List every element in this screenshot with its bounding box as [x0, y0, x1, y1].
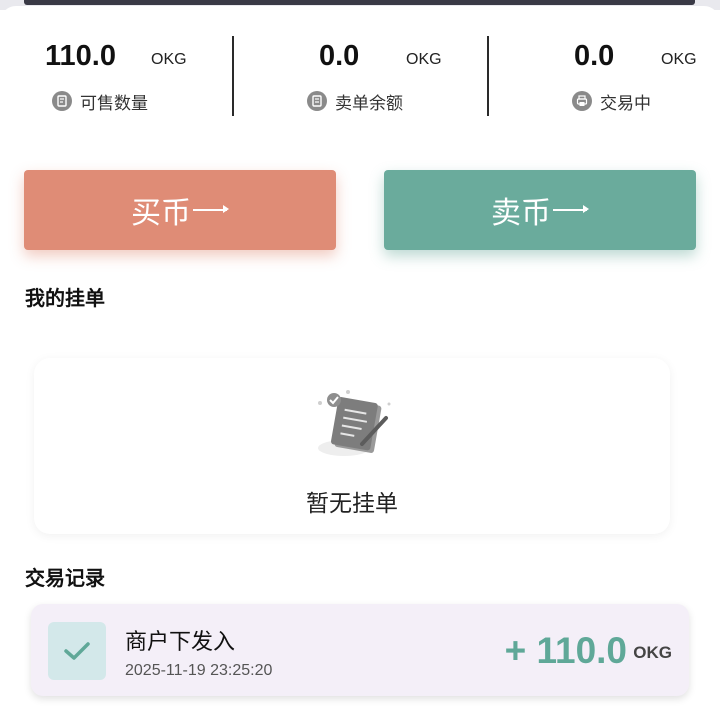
stat-sell-balance: 0.0 OKG 卖单余额	[240, 30, 480, 120]
printer-icon	[572, 91, 592, 111]
records-title: 交易记录	[25, 566, 105, 590]
sell-button[interactable]: 卖币	[384, 170, 696, 250]
stat-divider	[487, 36, 489, 116]
stat-unit: OKG	[661, 51, 697, 68]
stat-divider	[232, 36, 234, 116]
arrow-right-icon	[553, 204, 589, 216]
stat-value: 110.0	[45, 40, 116, 72]
header-bar-edge	[24, 0, 695, 5]
record-unit: OKG	[633, 643, 672, 662]
buy-button[interactable]: 买币	[24, 170, 336, 250]
my-orders-empty-card: 暂无挂单	[34, 358, 670, 534]
record-item[interactable]: 商户下发入 2025-11-19 23:25:20 + 110.0 OKG	[31, 604, 689, 696]
stat-label: 可售数量	[80, 93, 148, 114]
record-title: 商户下发入	[125, 630, 236, 655]
stat-in-trade: 0.0 OKG 交易中	[480, 30, 720, 120]
check-icon	[48, 622, 106, 680]
stat-value: 0.0	[319, 40, 360, 72]
empty-orders-text: 暂无挂单	[306, 491, 398, 517]
record-time: 2025-11-19 23:25:20	[125, 662, 273, 679]
empty-document-icon	[318, 390, 391, 456]
stat-value: 0.0	[574, 40, 615, 72]
document-icon	[52, 91, 72, 111]
stat-unit: OKG	[151, 51, 187, 68]
stat-label: 卖单余额	[335, 93, 403, 114]
arrow-right-icon	[193, 204, 229, 216]
stat-label-row: 可售数量	[52, 90, 148, 114]
document-icon	[307, 91, 327, 111]
my-orders-title: 我的挂单	[25, 286, 105, 310]
record-amount: + 110.0	[504, 630, 627, 671]
stat-label-row: 交易中	[572, 90, 651, 114]
stat-unit: OKG	[406, 51, 442, 68]
buy-button-label: 买币	[131, 196, 191, 231]
sell-button-label: 卖币	[491, 196, 551, 231]
stats-row: 110.0 OKG 可售数量 0.0 OKG 卖单余额 0.0 OKG 交易中	[0, 30, 720, 120]
stat-available: 110.0 OKG 可售数量	[0, 30, 240, 120]
stat-label-row: 卖单余额	[307, 90, 403, 114]
stat-label: 交易中	[600, 93, 651, 114]
